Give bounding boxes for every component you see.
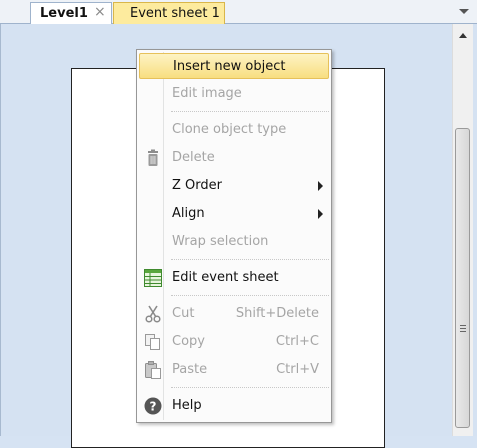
menu-item-label: Insert new object: [173, 59, 286, 74]
menu-item-delete[interactable]: Delete: [139, 145, 329, 171]
tab-event-sheet-1[interactable]: Event sheet 1: [113, 2, 225, 24]
menu-separator: [171, 259, 329, 260]
menu-item-clone-object-type[interactable]: Clone object type: [139, 117, 329, 143]
document-tab-bar: Level1 × Event sheet 1: [0, 0, 477, 24]
menu-item-shortcut: Shift+Delete: [235, 306, 319, 321]
menu-separator: [171, 295, 329, 296]
scroll-up-arrow-icon[interactable]: [459, 33, 467, 38]
tab-level1-label: Level1: [40, 6, 88, 21]
tab-level1[interactable]: Level1 ×: [30, 2, 112, 24]
menu-item-label: Cut: [172, 306, 195, 321]
menu-item-edit-image[interactable]: Edit image: [139, 81, 329, 107]
menu-separator: [171, 387, 329, 388]
menu-item-label: Copy: [172, 334, 205, 349]
menu-item-wrap-selection[interactable]: Wrap selection: [139, 229, 329, 255]
menu-item-label: Paste: [172, 362, 208, 377]
submenu-arrow-icon: [318, 181, 323, 191]
menu-item-label: Wrap selection: [172, 234, 269, 249]
menu-item-align[interactable]: Align: [139, 201, 329, 227]
menu-item-label: Help: [172, 398, 202, 413]
submenu-arrow-icon: [318, 209, 323, 219]
menu-item-shortcut: Ctrl+V: [276, 362, 319, 377]
menu-item-z-order[interactable]: Z Order: [139, 173, 329, 199]
menu-item-shortcut: Ctrl+C: [275, 334, 319, 349]
paste-icon: [144, 361, 162, 379]
menu-item-edit-event-sheet[interactable]: Edit event sheet: [139, 265, 329, 291]
tab-event-sheet-1-label: Event sheet 1: [130, 6, 220, 21]
copy-icon: [144, 333, 162, 351]
menu-item-label: Clone object type: [172, 122, 287, 137]
menu-item-insert-new-object[interactable]: Insert new object: [139, 53, 329, 79]
context-menu: Insert new object Edit image Clone objec…: [136, 49, 332, 423]
menu-item-label: Z Order: [172, 178, 222, 193]
close-tab-icon[interactable]: ×: [94, 4, 106, 20]
help-icon: ?: [144, 397, 162, 415]
menu-item-cut[interactable]: Cut Shift+Delete: [139, 301, 329, 327]
menu-item-label: Delete: [172, 150, 215, 165]
tab-list-dropdown-icon[interactable]: [459, 9, 469, 14]
scissors-icon: [144, 305, 162, 323]
event-sheet-icon: [144, 269, 162, 287]
menu-item-label: Edit event sheet: [172, 270, 279, 285]
menu-separator: [171, 111, 329, 112]
menu-item-label: Edit image: [172, 86, 242, 101]
trash-icon: [144, 149, 162, 167]
menu-item-help[interactable]: ? Help: [139, 393, 329, 419]
vertical-scrollbar[interactable]: [452, 24, 473, 436]
menu-item-paste[interactable]: Paste Ctrl+V: [139, 357, 329, 383]
svg-text:?: ?: [150, 400, 157, 414]
menu-item-copy[interactable]: Copy Ctrl+C: [139, 329, 329, 355]
grip-icon: [460, 325, 466, 332]
menu-item-label: Align: [172, 206, 205, 221]
scrollbar-thumb[interactable]: [455, 128, 470, 428]
